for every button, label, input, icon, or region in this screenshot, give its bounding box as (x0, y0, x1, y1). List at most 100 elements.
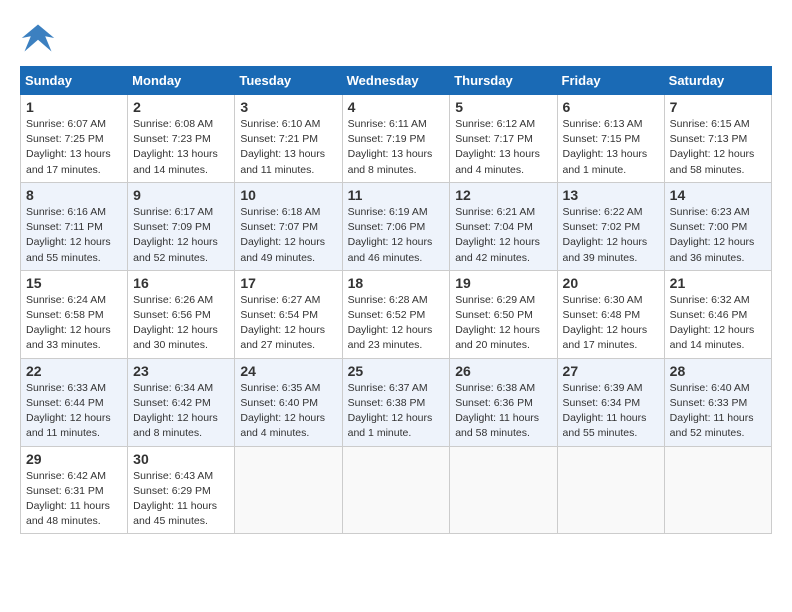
day-info: Sunrise: 6:22 AMSunset: 7:02 PMDaylight:… (563, 205, 659, 266)
day-info: Sunrise: 6:12 AMSunset: 7:17 PMDaylight:… (455, 117, 551, 178)
day-info: Sunrise: 6:27 AMSunset: 6:54 PMDaylight:… (240, 293, 336, 354)
day-info: Sunrise: 6:11 AMSunset: 7:19 PMDaylight:… (348, 117, 445, 178)
day-number: 9 (133, 187, 229, 203)
day-number: 24 (240, 363, 336, 379)
day-number: 16 (133, 275, 229, 291)
day-number: 19 (455, 275, 551, 291)
day-number: 1 (26, 99, 122, 115)
day-number: 21 (670, 275, 766, 291)
calendar-cell: 9 Sunrise: 6:17 AMSunset: 7:09 PMDaylight… (128, 182, 235, 270)
day-of-week-header: Saturday (664, 67, 771, 95)
day-info: Sunrise: 6:33 AMSunset: 6:44 PMDaylight:… (26, 381, 122, 442)
calendar-cell: 12 Sunrise: 6:21 AMSunset: 7:04 PMDayligh… (450, 182, 557, 270)
day-number: 13 (563, 187, 659, 203)
day-number: 10 (240, 187, 336, 203)
day-number: 23 (133, 363, 229, 379)
day-info: Sunrise: 6:07 AMSunset: 7:25 PMDaylight:… (26, 117, 122, 178)
calendar-cell: 25 Sunrise: 6:37 AMSunset: 6:38 PMDayligh… (342, 358, 450, 446)
day-info: Sunrise: 6:37 AMSunset: 6:38 PMDaylight:… (348, 381, 445, 442)
day-number: 30 (133, 451, 229, 467)
day-number: 3 (240, 99, 336, 115)
calendar-cell (664, 446, 771, 534)
day-number: 22 (26, 363, 122, 379)
calendar-cell: 4 Sunrise: 6:11 AMSunset: 7:19 PMDaylight… (342, 95, 450, 183)
calendar-cell (342, 446, 450, 534)
calendar-cell: 19 Sunrise: 6:29 AMSunset: 6:50 PMDayligh… (450, 270, 557, 358)
calendar-cell (557, 446, 664, 534)
calendar-week-row: 1 Sunrise: 6:07 AMSunset: 7:25 PMDaylight… (21, 95, 772, 183)
calendar-cell: 24 Sunrise: 6:35 AMSunset: 6:40 PMDayligh… (235, 358, 342, 446)
day-of-week-header: Friday (557, 67, 664, 95)
calendar-cell: 5 Sunrise: 6:12 AMSunset: 7:17 PMDaylight… (450, 95, 557, 183)
day-number: 20 (563, 275, 659, 291)
day-info: Sunrise: 6:15 AMSunset: 7:13 PMDaylight:… (670, 117, 766, 178)
calendar-cell: 27 Sunrise: 6:39 AMSunset: 6:34 PMDayligh… (557, 358, 664, 446)
calendar-header-row: SundayMondayTuesdayWednesdayThursdayFrid… (21, 67, 772, 95)
day-info: Sunrise: 6:24 AMSunset: 6:58 PMDaylight:… (26, 293, 122, 354)
day-info: Sunrise: 6:18 AMSunset: 7:07 PMDaylight:… (240, 205, 336, 266)
calendar-cell: 14 Sunrise: 6:23 AMSunset: 7:00 PMDayligh… (664, 182, 771, 270)
day-info: Sunrise: 6:26 AMSunset: 6:56 PMDaylight:… (133, 293, 229, 354)
day-number: 4 (348, 99, 445, 115)
calendar-cell: 29Sunrise: 6:42 AMSunset: 6:31 PMDayligh… (21, 446, 128, 534)
day-of-week-header: Thursday (450, 67, 557, 95)
calendar-cell: 13 Sunrise: 6:22 AMSunset: 7:02 PMDayligh… (557, 182, 664, 270)
day-number: 29 (26, 451, 122, 467)
calendar-cell: 8 Sunrise: 6:16 AMSunset: 7:11 PMDaylight… (21, 182, 128, 270)
calendar-cell: 1 Sunrise: 6:07 AMSunset: 7:25 PMDaylight… (21, 95, 128, 183)
day-number: 8 (26, 187, 122, 203)
day-info: Sunrise: 6:35 AMSunset: 6:40 PMDaylight:… (240, 381, 336, 442)
calendar-week-row: 8 Sunrise: 6:16 AMSunset: 7:11 PMDaylight… (21, 182, 772, 270)
day-info: Sunrise: 6:30 AMSunset: 6:48 PMDaylight:… (563, 293, 659, 354)
calendar-cell: 11Sunrise: 6:19 AMSunset: 7:06 PMDayligh… (342, 182, 450, 270)
day-info: Sunrise: 6:34 AMSunset: 6:42 PMDaylight:… (133, 381, 229, 442)
logo-icon (20, 20, 56, 56)
calendar-cell: 10 Sunrise: 6:18 AMSunset: 7:07 PMDayligh… (235, 182, 342, 270)
day-info: Sunrise: 6:21 AMSunset: 7:04 PMDaylight:… (455, 205, 551, 266)
calendar-cell: 16 Sunrise: 6:26 AMSunset: 6:56 PMDayligh… (128, 270, 235, 358)
day-number: 14 (670, 187, 766, 203)
day-number: 2 (133, 99, 229, 115)
day-info: Sunrise: 6:16 AMSunset: 7:11 PMDaylight:… (26, 205, 122, 266)
day-info: Sunrise: 6:13 AMSunset: 7:15 PMDaylight:… (563, 117, 659, 178)
calendar-cell: 17 Sunrise: 6:27 AMSunset: 6:54 PMDayligh… (235, 270, 342, 358)
day-number: 26 (455, 363, 551, 379)
day-of-week-header: Sunday (21, 67, 128, 95)
day-number: 28 (670, 363, 766, 379)
calendar-cell: 26Sunrise: 6:38 AMSunset: 6:36 PMDayligh… (450, 358, 557, 446)
calendar-cell: 7 Sunrise: 6:15 AMSunset: 7:13 PMDaylight… (664, 95, 771, 183)
calendar-cell: 30 Sunrise: 6:43 AMSunset: 6:29 PMDayligh… (128, 446, 235, 534)
day-info: Sunrise: 6:40 AMSunset: 6:33 PMDaylight:… (670, 381, 766, 442)
calendar-cell: 18 Sunrise: 6:28 AMSunset: 6:52 PMDayligh… (342, 270, 450, 358)
day-info: Sunrise: 6:39 AMSunset: 6:34 PMDaylight:… (563, 381, 659, 442)
day-info: Sunrise: 6:43 AMSunset: 6:29 PMDaylight:… (133, 469, 229, 530)
calendar-cell: 21 Sunrise: 6:32 AMSunset: 6:46 PMDayligh… (664, 270, 771, 358)
day-info: Sunrise: 6:29 AMSunset: 6:50 PMDaylight:… (455, 293, 551, 354)
calendar-cell: 28 Sunrise: 6:40 AMSunset: 6:33 PMDayligh… (664, 358, 771, 446)
day-number: 17 (240, 275, 336, 291)
day-number: 25 (348, 363, 445, 379)
day-info: Sunrise: 6:28 AMSunset: 6:52 PMDaylight:… (348, 293, 445, 354)
day-info: Sunrise: 6:17 AMSunset: 7:09 PMDaylight:… (133, 205, 229, 266)
day-number: 6 (563, 99, 659, 115)
calendar-cell: 3Sunrise: 6:10 AMSunset: 7:21 PMDaylight… (235, 95, 342, 183)
day-number: 18 (348, 275, 445, 291)
page-header (20, 20, 772, 56)
day-info: Sunrise: 6:23 AMSunset: 7:00 PMDaylight:… (670, 205, 766, 266)
calendar-cell: 23 Sunrise: 6:34 AMSunset: 6:42 PMDayligh… (128, 358, 235, 446)
day-info: Sunrise: 6:32 AMSunset: 6:46 PMDaylight:… (670, 293, 766, 354)
day-info: Sunrise: 6:19 AMSunset: 7:06 PMDaylight:… (348, 205, 445, 266)
calendar-cell: 6 Sunrise: 6:13 AMSunset: 7:15 PMDaylight… (557, 95, 664, 183)
day-of-week-header: Monday (128, 67, 235, 95)
day-of-week-header: Wednesday (342, 67, 450, 95)
calendar-cell: 15Sunrise: 6:24 AMSunset: 6:58 PMDayligh… (21, 270, 128, 358)
calendar-table: SundayMondayTuesdayWednesdayThursdayFrid… (20, 66, 772, 534)
day-number: 5 (455, 99, 551, 115)
calendar-week-row: 15Sunrise: 6:24 AMSunset: 6:58 PMDayligh… (21, 270, 772, 358)
day-number: 7 (670, 99, 766, 115)
day-info: Sunrise: 6:08 AMSunset: 7:23 PMDaylight:… (133, 117, 229, 178)
day-number: 27 (563, 363, 659, 379)
day-number: 12 (455, 187, 551, 203)
calendar-cell (450, 446, 557, 534)
calendar-cell: 20 Sunrise: 6:30 AMSunset: 6:48 PMDayligh… (557, 270, 664, 358)
